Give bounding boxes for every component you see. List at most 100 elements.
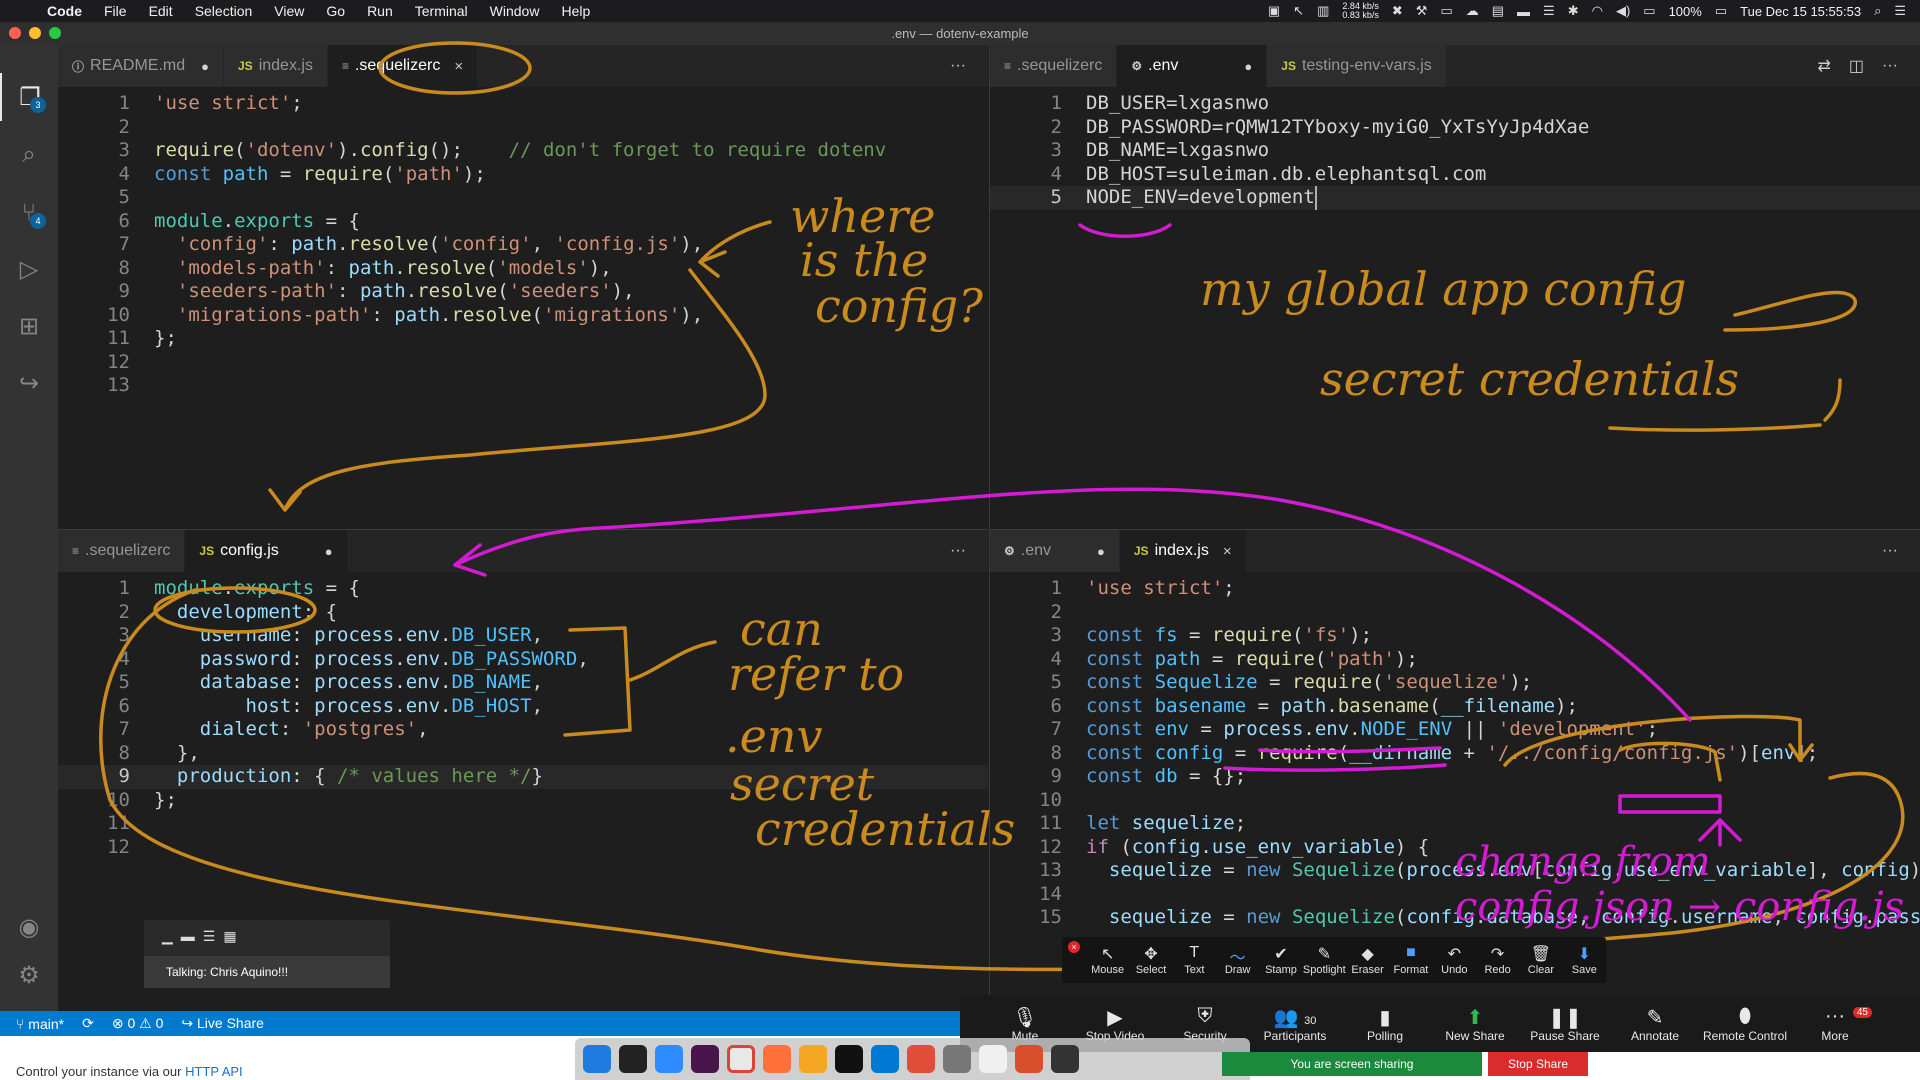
more-button[interactable]: ··· 45 More: [1790, 1005, 1880, 1043]
tab-testing-env-vars[interactable]: JS testing-env-vars.js: [1267, 45, 1447, 87]
tab-env[interactable]: ⚙ .env ●: [1117, 45, 1268, 87]
battery-icon[interactable]: ▭: [1715, 3, 1727, 19]
tab-env[interactable]: ⚙ .env ●: [990, 530, 1120, 572]
display-status-icon[interactable]: ▬: [1517, 4, 1530, 19]
tools-status-icon[interactable]: ✖: [1392, 3, 1403, 19]
control-center-icon[interactable]: ☰: [1894, 3, 1906, 19]
volume-icon[interactable]: ◀): [1616, 3, 1630, 19]
branch-indicator[interactable]: ⑂ main*: [16, 1016, 64, 1032]
postman-icon[interactable]: [907, 1045, 935, 1073]
run-debug-icon[interactable]: ▷: [0, 245, 58, 293]
zoom-window-button[interactable]: [49, 27, 61, 39]
menu-app-name[interactable]: Code: [36, 0, 93, 22]
compare-icon[interactable]: ⇄: [1817, 56, 1830, 76]
annotate-save-button[interactable]: ⬇ Save: [1563, 944, 1606, 976]
tab-sequelizerc[interactable]: ≡ .sequelizerc: [990, 45, 1118, 87]
disk-status-icon[interactable]: ▤: [1492, 3, 1504, 19]
annotate-redo-button[interactable]: ↷ Redo: [1476, 944, 1519, 976]
mute-button[interactable]: 🎙 Mute: [980, 1005, 1070, 1043]
new-share-button[interactable]: ⬆ New Share: [1430, 1005, 1520, 1043]
wrench-status-icon[interactable]: ⚒: [1416, 3, 1428, 19]
screen-sharing-banner[interactable]: You are screen sharing: [1222, 1052, 1482, 1076]
wifi-icon[interactable]: ◠: [1592, 3, 1603, 19]
account-icon[interactable]: ◉: [0, 903, 58, 951]
source-control-icon[interactable]: ⑂ 4: [0, 189, 58, 237]
annotate-draw-button[interactable]: 〜 Draw: [1216, 944, 1259, 976]
menu-go[interactable]: Go: [315, 0, 356, 22]
activity-monitor-icon[interactable]: [619, 1045, 647, 1073]
annotate-stamp-button[interactable]: ✔ Stamp: [1259, 944, 1302, 976]
annotate-clear-button[interactable]: 🗑 Clear: [1519, 944, 1562, 976]
menu-run[interactable]: Run: [356, 0, 404, 22]
search-icon[interactable]: ⌕: [0, 131, 58, 179]
stop-share-button[interactable]: Stop Share: [1488, 1052, 1588, 1076]
firefox-icon[interactable]: [763, 1045, 791, 1073]
notes-app-icon[interactable]: [799, 1045, 827, 1073]
cloud-status-icon[interactable]: ☁: [1466, 3, 1479, 19]
finder-icon[interactable]: [583, 1045, 611, 1073]
menu-selection[interactable]: Selection: [184, 0, 264, 22]
terminal-icon[interactable]: [835, 1045, 863, 1073]
cursor-status-icon[interactable]: ↖: [1293, 3, 1304, 19]
spotlight-search-icon[interactable]: ⌕: [1874, 3, 1881, 19]
close-window-button[interactable]: [9, 27, 21, 39]
annotate-undo-button[interactable]: ↶ Undo: [1433, 944, 1476, 976]
stop-video-button[interactable]: ▶ Stop Video: [1070, 1005, 1160, 1043]
close-annotate-icon[interactable]: ×: [1068, 941, 1080, 953]
memory-status-icon[interactable]: ▥: [1317, 3, 1329, 19]
zoom-status-icon[interactable]: ▣: [1268, 3, 1280, 19]
annotate-mouse-button[interactable]: ↖ Mouse: [1086, 944, 1129, 976]
annotate-spotlight-button[interactable]: ✎ Spotlight: [1303, 944, 1346, 976]
tab-config-js[interactable]: JS config.js ●: [185, 530, 348, 572]
tab-sequelizerc[interactable]: ≡ .sequelizerc ×: [327, 45, 479, 87]
menu-edit[interactable]: Edit: [138, 0, 184, 22]
stack-view-icon[interactable]: ☰: [203, 928, 216, 945]
polling-button[interactable]: ▮ Polling: [1340, 1005, 1430, 1043]
live-share-icon[interactable]: ↪: [0, 359, 58, 407]
chrome-icon[interactable]: [727, 1045, 755, 1073]
annotate-format-button[interactable]: ■ Format: [1389, 944, 1432, 976]
more-actions-icon[interactable]: ···: [950, 57, 966, 75]
network-speed[interactable]: 2.84 kb/s 0.83 kb/s: [1342, 2, 1379, 20]
menu-view[interactable]: View: [263, 0, 315, 22]
zoom-app-icon[interactable]: [655, 1045, 683, 1073]
annotate-text-button[interactable]: T Text: [1173, 944, 1216, 976]
preview-icon[interactable]: [979, 1045, 1007, 1073]
airplay-icon[interactable]: ▭: [1643, 3, 1655, 19]
battery-percent[interactable]: 100%: [1669, 4, 1702, 19]
menu-file[interactable]: File: [93, 0, 138, 22]
tab-sequelizerc[interactable]: ≡ .sequelizerc: [58, 530, 186, 572]
remote-control-button[interactable]: ⬮ Remote Control: [1700, 1005, 1790, 1043]
tab-readme[interactable]: ⓘ README.md ●: [58, 45, 224, 87]
menu-help[interactable]: Help: [550, 0, 601, 22]
annotate-select-button[interactable]: ✥ Select: [1129, 944, 1172, 976]
close-tab-icon[interactable]: ×: [454, 58, 463, 75]
small-view-icon[interactable]: ▬: [181, 928, 195, 945]
keyboard-status-icon[interactable]: ▭: [1440, 3, 1452, 19]
explorer-icon[interactable]: ❐ 3: [0, 73, 58, 121]
more-actions-icon[interactable]: ···: [950, 542, 966, 560]
security-button[interactable]: ⛨ Security: [1160, 1005, 1250, 1043]
annotate-eraser-button[interactable]: ◆ Eraser: [1346, 944, 1389, 976]
grid-view-icon[interactable]: ▦: [223, 928, 236, 945]
more-actions-icon[interactable]: ···: [1882, 57, 1898, 75]
app-dark-icon[interactable]: [1051, 1045, 1079, 1073]
sync-icon[interactable]: ⟳: [82, 1015, 94, 1032]
annotate-button[interactable]: ✎ Annotate: [1610, 1005, 1700, 1043]
tab-index-js[interactable]: JS index.js: [224, 45, 328, 87]
menu-terminal[interactable]: Terminal: [404, 0, 479, 22]
minimize-icon[interactable]: ▁: [162, 928, 173, 945]
problems-indicator[interactable]: ⊗ 0 ⚠ 0: [112, 1015, 164, 1032]
code-editor-env[interactable]: 1 DB_USER=lxgasnwo 2 DB_PASSWORD=rQMW12TYb…: [990, 87, 1920, 528]
pause-share-button[interactable]: ❚❚ Pause Share: [1520, 1005, 1610, 1043]
code-editor-sequelizerc[interactable]: 1 'use strict'; 2 3 require('dotenv').conf…: [58, 87, 988, 528]
more-actions-icon[interactable]: ···: [1882, 542, 1898, 560]
minimize-window-button[interactable]: [29, 27, 41, 39]
manage-gear-icon[interactable]: ⚙: [0, 951, 58, 999]
slack-icon[interactable]: [691, 1045, 719, 1073]
tab-index-js[interactable]: JS index.js ×: [1119, 530, 1247, 572]
list-status-icon[interactable]: ☰: [1543, 3, 1555, 19]
bluetooth-icon[interactable]: ✱: [1568, 3, 1579, 19]
split-editor-icon[interactable]: ◫: [1849, 56, 1864, 76]
close-tab-icon[interactable]: ×: [1223, 543, 1232, 560]
